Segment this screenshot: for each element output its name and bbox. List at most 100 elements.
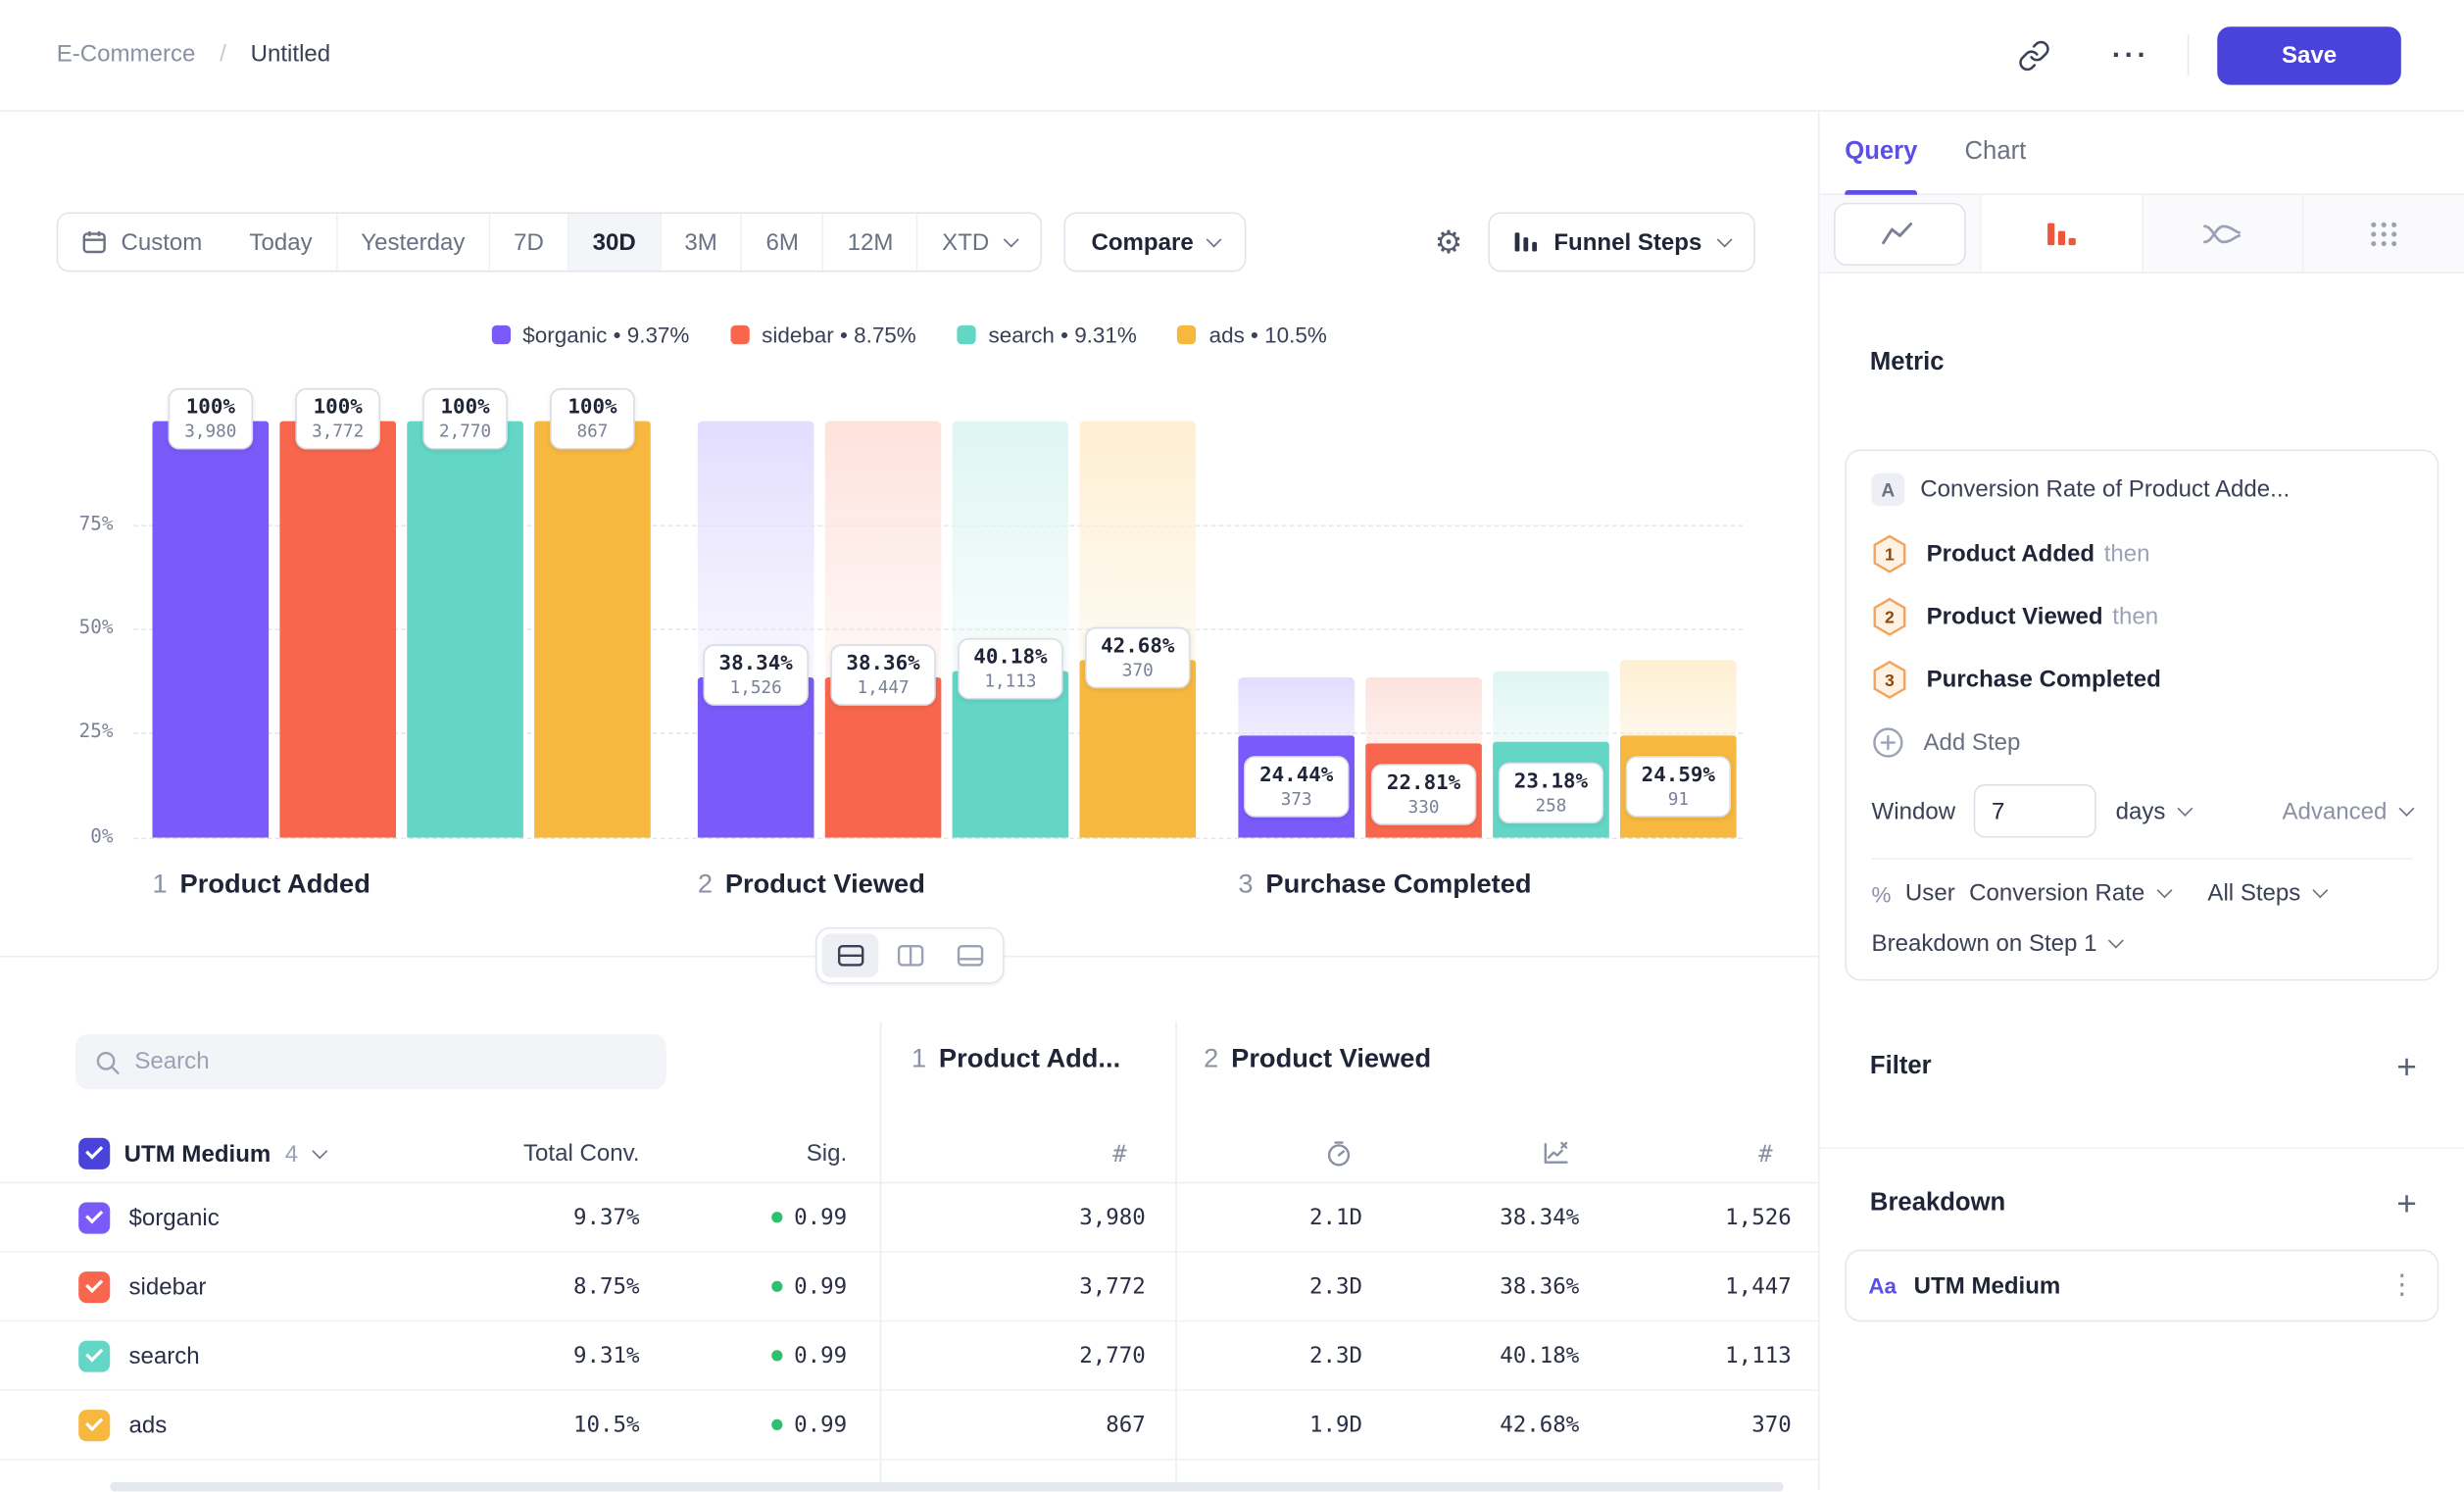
significance-dot: [772, 1419, 783, 1430]
metric-step-1[interactable]: 1Product Addedthen: [1872, 522, 2413, 584]
significance-dot: [772, 1212, 783, 1222]
percent-icon: %: [1872, 881, 1892, 907]
layout-split-vertical-button[interactable]: [881, 933, 938, 977]
grid-dots-icon: [2368, 220, 2399, 248]
funnel-bar-search[interactable]: [407, 422, 523, 838]
row-checkbox[interactable]: [78, 1271, 110, 1303]
chart-settings-button[interactable]: ⚙: [1435, 212, 1463, 272]
add-step-button[interactable]: Add Step: [1872, 711, 2413, 773]
compare-button[interactable]: Compare: [1064, 212, 1245, 272]
breadcrumb-current[interactable]: Untitled: [251, 41, 331, 68]
layout-bottom-panel-button[interactable]: [941, 933, 998, 977]
breakdown-on-step-dropdown[interactable]: Breakdown on Step 1: [1872, 915, 2413, 970]
bar-count: 373: [1259, 789, 1333, 810]
step-name: Purchase Completed: [1265, 870, 1531, 899]
window-unit-dropdown[interactable]: days: [2116, 798, 2191, 824]
significance-dot: [772, 1281, 783, 1292]
table-row-ads[interactable]: ads10.5%0.998671.9D42.68%370: [0, 1391, 1818, 1461]
search-box: [75, 1034, 666, 1089]
bar-count: 3,772: [311, 422, 365, 442]
tab-funnel-chart[interactable]: [1981, 195, 2143, 273]
step-number: 1: [912, 1044, 926, 1073]
metric-heading: Metric: [1870, 349, 2464, 377]
add-breakdown-button[interactable]: +: [2396, 1186, 2417, 1220]
cell-step2_conv: 38.36%: [1500, 1273, 1579, 1299]
add-filter-button[interactable]: +: [2396, 1050, 2417, 1084]
group-by-dropdown[interactable]: UTM Medium 4: [78, 1125, 324, 1182]
tab-chart[interactable]: Chart: [1965, 112, 2027, 193]
line-chart-icon: [1881, 220, 1918, 248]
metric-step-3[interactable]: 3Purchase Completed: [1872, 648, 2413, 711]
date-range-7d[interactable]: 7D: [488, 214, 567, 271]
row-checkbox[interactable]: [78, 1203, 110, 1234]
funnel-bar-sidebar[interactable]: [279, 422, 396, 838]
funnel-bar-ads[interactable]: [534, 422, 651, 838]
window-value-input[interactable]: [1974, 784, 2096, 838]
chevron-down-icon: [312, 1143, 327, 1159]
main-area: Custom TodayYesterday7D30D3M6M12M XTD Co…: [0, 112, 2464, 1490]
split-vertical-icon: [897, 945, 923, 967]
bar-percent: 100%: [184, 396, 238, 420]
date-range-12m[interactable]: 12M: [822, 214, 916, 271]
xtd-label: XTD: [942, 228, 989, 255]
cell-step1_count: 867: [1106, 1413, 1146, 1438]
cell-sig: 0.99: [772, 1343, 848, 1368]
more-options-button[interactable]: ···: [2102, 28, 2159, 82]
property-type-badge: Aa: [1868, 1273, 1897, 1299]
kebab-menu-button[interactable]: ⋮: [2389, 1269, 2415, 1301]
metric-step-2[interactable]: 2Product Viewedthen: [1872, 584, 2413, 647]
bar-percent: 100%: [438, 396, 492, 420]
breadcrumb-parent[interactable]: E-Commerce: [57, 41, 196, 68]
chart-type-tabs: [1820, 195, 2464, 274]
chevron-down-icon: [1206, 231, 1221, 247]
bar-value-label: 23.18%258: [1499, 762, 1603, 823]
row-checkbox[interactable]: [78, 1410, 110, 1441]
all-steps-dropdown[interactable]: All Steps: [2207, 880, 2326, 907]
compare-label: Compare: [1091, 228, 1193, 255]
funnel-bar-organic[interactable]: [153, 422, 270, 838]
date-range-xtd[interactable]: XTD: [917, 214, 1042, 271]
bar-value-label: 22.81%330: [1371, 763, 1476, 824]
bar-count: 867: [566, 422, 619, 442]
custom-date-button[interactable]: Custom: [58, 214, 225, 271]
save-button[interactable]: Save: [2217, 25, 2401, 83]
cell-sig: 0.99: [772, 1273, 848, 1299]
row-checkbox[interactable]: [78, 1341, 110, 1372]
date-range-yesterday[interactable]: Yesterday: [336, 214, 489, 271]
metric-badge: A: [1872, 473, 1905, 507]
y-axis-tick: 50%: [0, 616, 113, 637]
date-range-today[interactable]: Today: [225, 214, 335, 271]
gear-icon: ⚙: [1435, 224, 1463, 261]
conversion-rate-dropdown[interactable]: Conversion Rate: [1969, 880, 2170, 907]
chevron-down-icon: [2399, 800, 2415, 816]
table-row-sidebar[interactable]: sidebar8.75%0.993,7722.3D38.36%1,447: [0, 1253, 1818, 1322]
tab-grid-chart[interactable]: [2304, 195, 2464, 273]
count-icon: #: [1758, 1139, 1772, 1168]
table-row-search[interactable]: search9.31%0.992,7702.3D40.18%1,113: [0, 1321, 1818, 1391]
bar-count: 370: [1101, 660, 1174, 680]
bar-count: 3,980: [184, 422, 238, 442]
search-input[interactable]: [134, 1048, 647, 1074]
date-range-30d[interactable]: 30D: [567, 214, 660, 271]
chart-type-dropdown[interactable]: Funnel Steps: [1488, 212, 1755, 272]
layout-split-horizontal-button[interactable]: [822, 933, 879, 977]
select-all-checkbox[interactable]: [78, 1138, 110, 1169]
breakdown-item[interactable]: Aa UTM Medium ⋮: [1845, 1250, 2439, 1322]
bar-percent: 100%: [566, 396, 619, 420]
panel-divider: [1820, 1147, 2464, 1149]
date-range-6m[interactable]: 6M: [741, 214, 822, 271]
group-count: 4: [285, 1140, 298, 1167]
tab-query[interactable]: Query: [1845, 112, 1917, 193]
tab-stream-chart[interactable]: [2143, 195, 2304, 273]
horizontal-scrollbar[interactable]: [110, 1482, 1784, 1492]
row-name: $organic: [128, 1204, 219, 1230]
share-link-button[interactable]: [2005, 28, 2062, 82]
group-by-label: UTM Medium: [124, 1140, 271, 1167]
y-axis-tick: 75%: [0, 513, 113, 534]
metric-title: Conversion Rate of Product Adde...: [1920, 476, 2290, 503]
advanced-dropdown[interactable]: Advanced: [2282, 798, 2412, 824]
table-row-organic[interactable]: $organic9.37%0.993,9802.1D38.34%1,526: [0, 1183, 1818, 1253]
date-range-3m[interactable]: 3M: [660, 214, 741, 271]
tab-line-chart[interactable]: [1820, 195, 1982, 273]
cell-step1_count: 2,770: [1079, 1343, 1146, 1368]
